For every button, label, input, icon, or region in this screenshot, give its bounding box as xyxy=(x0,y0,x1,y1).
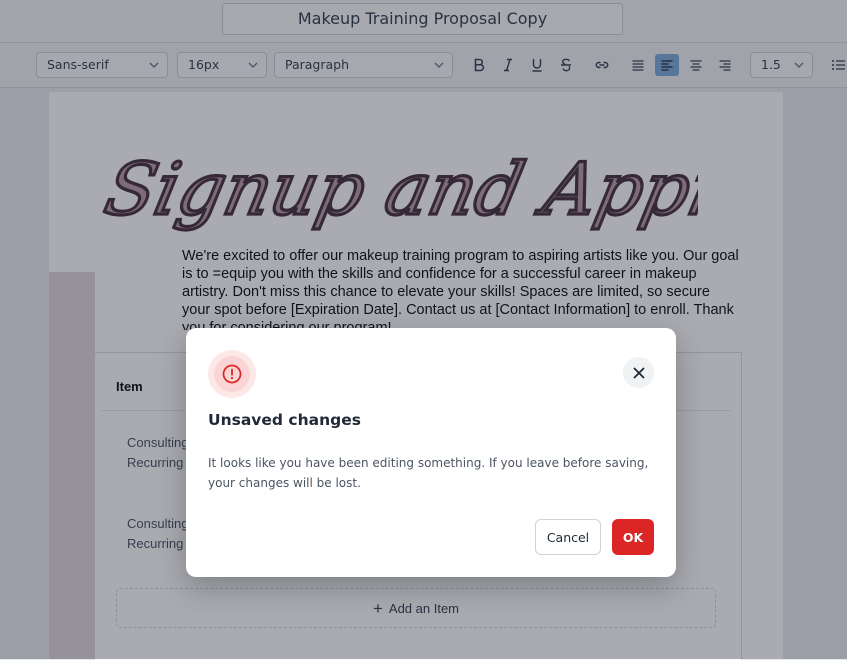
unsaved-changes-dialog: Unsaved changes It looks like you have b… xyxy=(186,328,676,577)
dialog-message: It looks like you have been editing some… xyxy=(208,456,649,490)
close-dialog-button[interactable] xyxy=(623,357,654,388)
dialog-title: Unsaved changes xyxy=(208,411,361,429)
alert-circle-icon xyxy=(222,364,242,384)
close-icon xyxy=(633,367,644,378)
cancel-button[interactable]: Cancel xyxy=(535,519,601,555)
alert-icon-badge xyxy=(208,350,256,398)
alert-icon-badge-inner xyxy=(214,356,250,392)
ok-button[interactable]: OK xyxy=(612,519,654,555)
